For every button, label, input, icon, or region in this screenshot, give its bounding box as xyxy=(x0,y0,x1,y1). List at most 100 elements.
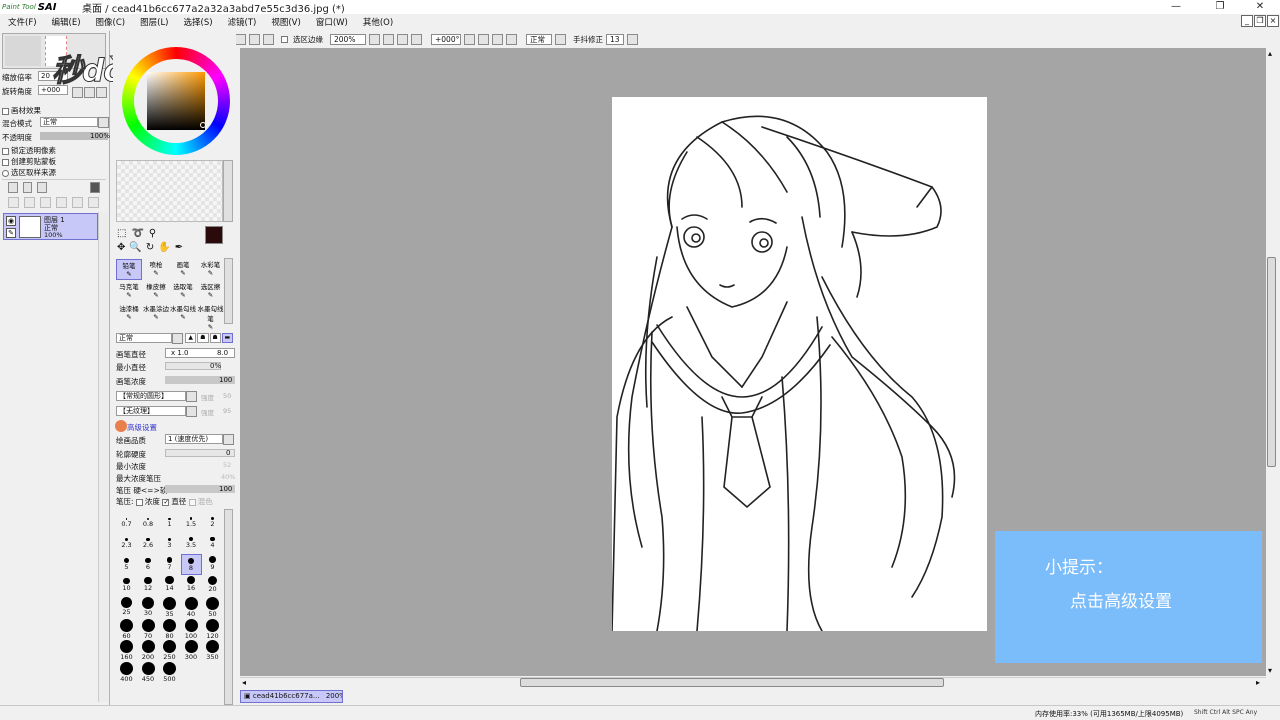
mdi-restore-icon[interactable]: ❐ xyxy=(1254,15,1266,27)
blend-mode-select[interactable]: 正常 xyxy=(40,117,98,127)
blend-dropdown-icon[interactable] xyxy=(98,117,109,128)
menu-filter[interactable]: 滤镜(T) xyxy=(228,16,257,28)
brush-size-preset[interactable]: 1.5 xyxy=(181,511,202,532)
quality-dropdown-icon[interactable] xyxy=(223,434,234,445)
brush-brush[interactable]: 画笔 ✎ xyxy=(170,259,196,277)
brush-marker[interactable]: 马克笔 ✎ xyxy=(116,281,142,299)
menu-canvas[interactable]: 图像(C) xyxy=(96,16,126,28)
eye-icon[interactable]: ◉ xyxy=(6,216,16,226)
scroll-up-icon[interactable]: ▴ xyxy=(1268,49,1272,58)
lock-alpha-checkbox-row[interactable]: 锁定透明像素 xyxy=(2,145,56,156)
brush-size-preset[interactable]: 5 xyxy=(116,554,137,575)
brush-size-preset[interactable]: 0.8 xyxy=(138,511,159,532)
brush-size-preset[interactable]: 14 xyxy=(159,576,180,597)
scratchpad[interactable] xyxy=(116,160,223,222)
hand-icon[interactable]: ✋ xyxy=(158,242,174,253)
merge-icon[interactable] xyxy=(40,197,51,208)
menu-edit[interactable]: 编辑(E) xyxy=(52,16,81,28)
brush-select-pen[interactable]: 选取笔 ✎ xyxy=(170,281,196,299)
color-wheel[interactable] xyxy=(122,47,230,155)
brush-size-preset[interactable]: 70 xyxy=(138,618,159,640)
lasso-icon[interactable]: ➰ xyxy=(131,228,148,239)
brush-size-preset[interactable]: 4 xyxy=(202,533,223,554)
brush-mode-select[interactable]: 正常 xyxy=(116,333,172,343)
brush-size-preset[interactable]: 300 xyxy=(181,640,202,661)
brush-size-preset[interactable]: 200 xyxy=(138,640,159,661)
brush-ink-line-pen[interactable]: 水墨勾线笔 ✎ xyxy=(197,303,224,331)
mdi-minimize-icon[interactable]: _ xyxy=(1241,15,1253,27)
brush-size-preset[interactable]: 35 xyxy=(159,597,180,618)
shape-mid-icon[interactable]: ☗ xyxy=(209,333,221,343)
zoom-dropdown-icon[interactable] xyxy=(369,33,380,45)
brush-size-preset[interactable]: 10 xyxy=(116,576,137,597)
brush-size-preset[interactable]: 3.5 xyxy=(181,533,202,554)
flip-icon[interactable] xyxy=(555,33,566,45)
brush-airbrush[interactable]: 喷枪 ✎ xyxy=(143,259,169,277)
drawing-canvas[interactable] xyxy=(611,97,987,632)
brush-size-preset[interactable]: 7 xyxy=(159,554,180,575)
brush-size-preset[interactable]: 80 xyxy=(159,618,180,640)
pressure-blend-checkbox[interactable] xyxy=(188,498,196,506)
delete-layer-icon[interactable] xyxy=(72,197,83,208)
brush-size-preset[interactable]: 3 xyxy=(159,533,180,554)
zoom-in-icon[interactable] xyxy=(397,33,408,45)
minimize-icon[interactable]: — xyxy=(1156,0,1196,14)
brush-select-eraser[interactable]: 选区擦 ✎ xyxy=(197,281,224,299)
brush-size-preset[interactable]: 6 xyxy=(138,554,159,575)
merge-down-icon[interactable] xyxy=(24,197,35,208)
brush-size-preset[interactable]: 2.6 xyxy=(138,533,159,554)
zoom-reset-icon[interactable] xyxy=(411,33,422,45)
brush-size-preset[interactable]: 60 xyxy=(116,618,137,640)
brush-size-preset[interactable]: 250 xyxy=(159,640,180,661)
primary-color-swatch[interactable] xyxy=(205,226,223,244)
deselect-icon[interactable] xyxy=(235,33,246,45)
scroll-down-icon[interactable]: ▾ xyxy=(1268,666,1272,675)
texture-select[interactable]: 【无纹理】 xyxy=(116,406,186,416)
texture-dropdown-icon[interactable] xyxy=(186,406,197,417)
brush-size-preset[interactable]: 8 xyxy=(180,554,202,575)
brush-size-preset[interactable]: 12 xyxy=(138,576,159,597)
menu-others[interactable]: 其他(O) xyxy=(363,16,393,28)
brush-size-preset[interactable]: 50 xyxy=(202,597,223,618)
angle-dropdown-icon[interactable] xyxy=(464,33,475,45)
brush-size-preset[interactable]: 40 xyxy=(181,597,202,618)
brush-size-preset[interactable]: 120 xyxy=(202,618,223,640)
selection-source-radio-row[interactable]: 选区取样来源 xyxy=(2,167,56,178)
brush-size-preset[interactable]: 30 xyxy=(138,597,159,618)
transfer-down-icon[interactable] xyxy=(8,197,19,208)
layer-mask-icon[interactable] xyxy=(90,182,100,193)
brush-ink-edge[interactable]: 水墨涂边 ✎ xyxy=(143,303,169,321)
pressure-density-checkbox[interactable] xyxy=(135,498,143,506)
new-layer-icon[interactable] xyxy=(8,182,18,193)
flip-mode-field[interactable]: 正常 xyxy=(526,33,552,45)
close-icon[interactable]: ✕ xyxy=(1240,0,1280,14)
brush-size-preset[interactable]: 0.7 xyxy=(116,511,137,532)
menu-view[interactable]: 视图(V) xyxy=(271,16,300,28)
pen-lock-icon[interactable]: ✎ xyxy=(6,228,16,238)
brush-grid-scrollbar[interactable] xyxy=(224,258,233,324)
rotate-right-icon[interactable] xyxy=(492,33,503,45)
brush-watercolor[interactable]: 水彩笔 ✎ xyxy=(197,259,224,277)
shape-round-icon[interactable]: ▲ xyxy=(185,333,197,343)
rotate-reset-icon[interactable] xyxy=(506,33,517,45)
brush-size-preset[interactable]: 9 xyxy=(202,554,223,575)
scroll-right-icon[interactable]: ▸ xyxy=(1256,678,1260,687)
vertical-scroll-thumb[interactable] xyxy=(1267,257,1276,467)
move-icon[interactable]: ✥ xyxy=(117,242,129,253)
saturation-value-square[interactable] xyxy=(147,72,205,130)
clipping-checkbox[interactable] xyxy=(2,158,9,166)
zoom-tool-icon[interactable]: 🔍 xyxy=(129,242,145,253)
document-tab[interactable]: ▣ cead41b6cc677a... 200% xyxy=(240,690,343,703)
brush-size-preset[interactable]: 500 xyxy=(159,661,180,683)
brush-size-preset[interactable]: 16 xyxy=(181,575,202,597)
clipping-checkbox-row[interactable]: 创建剪贴蒙板 xyxy=(2,156,56,167)
brush-size-preset[interactable]: 160 xyxy=(116,640,137,661)
quality-select[interactable]: 1 (速度优先) xyxy=(165,434,223,444)
eyedropper-icon[interactable]: ✒ xyxy=(175,242,187,253)
brush-shape-dropdown-icon[interactable] xyxy=(186,391,197,402)
scratchpad-scrollbar[interactable] xyxy=(223,160,233,222)
menu-file[interactable]: 文件(F) xyxy=(8,16,37,28)
brush-size-preset[interactable]: 20 xyxy=(202,575,223,597)
brush-bucket[interactable]: 油漆桶 ✎ xyxy=(116,303,142,321)
rotate-left-icon[interactable] xyxy=(478,33,489,45)
